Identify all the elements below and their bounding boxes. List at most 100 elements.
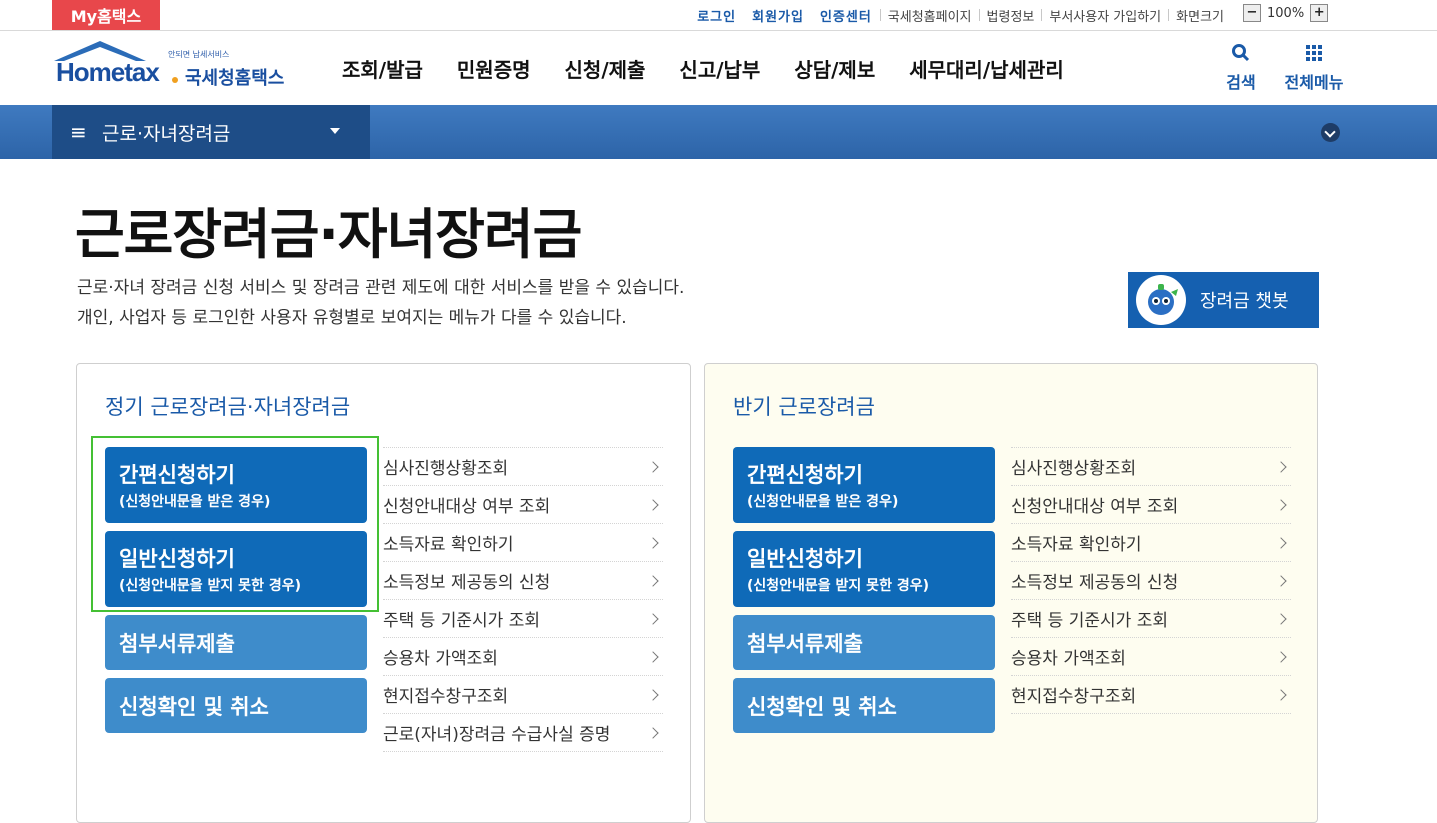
local-window-link[interactable]: 현지접수창구조회 — [383, 676, 663, 714]
link-label: 승용차 가액조회 — [1011, 649, 1126, 669]
receipt-certificate-link[interactable]: 근로(자녀)장려금 수급사실 증명 — [383, 714, 663, 752]
zoom-in-button[interactable]: + — [1310, 4, 1329, 22]
chevron-right-icon — [1275, 536, 1287, 549]
logo-tagline: 안되면 납세서비스 — [168, 50, 230, 59]
breadcrumb-current: 근로·자녀장려금 — [102, 123, 231, 145]
nav-application-submit[interactable]: 신청/제출 — [548, 54, 663, 83]
chevron-right-icon — [647, 726, 659, 739]
screen-size-label: 화면크기 — [1176, 9, 1224, 25]
button-sublabel: (신청안내문을 받은 경우) — [747, 494, 899, 510]
local-window-link[interactable]: 현지접수창구조회 — [1011, 676, 1291, 714]
caret-down-icon — [330, 128, 340, 134]
all-menu-label: 전체메뉴 — [1284, 73, 1344, 92]
main-nav: 조회/발급 민원증명 신청/제출 신고/납부 상담/제보 세무대리/납세관리 — [325, 31, 1081, 105]
signup-link[interactable]: 회원가입 — [744, 6, 812, 25]
zoom-level: 100% — [1267, 5, 1305, 21]
review-status-link[interactable]: 심사진행상황조회 — [383, 448, 663, 486]
income-data-link[interactable]: 소득자료 확인하기 — [383, 524, 663, 562]
grid-menu-icon — [1306, 45, 1322, 61]
search-icon — [1232, 44, 1250, 62]
car-value-link[interactable]: 승용차 가액조회 — [383, 638, 663, 676]
main-header: 안되면 납세서비스 Hometax 국세청홈택스 조회/발급 민원증명 신청/제… — [0, 31, 1437, 105]
income-consent-link[interactable]: 소득정보 제공동의 신청 — [1011, 562, 1291, 600]
general-apply-button[interactable]: 일반신청하기 (신청안내문을 받지 못한 경우) — [105, 531, 367, 607]
breadcrumb-arrow — [354, 105, 370, 159]
link-label: 신청안내대상 여부 조회 — [1011, 497, 1179, 517]
chevron-right-icon — [1275, 650, 1287, 663]
button-sublabel: (신청안내문을 받지 못한 경우) — [119, 578, 301, 594]
confirm-cancel-button[interactable]: 신청확인 및 취소 — [733, 678, 995, 733]
description-line: 개인, 사업자 등 로그인한 사용자 유형별로 보여지는 메뉴가 다를 수 있습… — [77, 308, 627, 328]
button-label: 일반신청하기 — [119, 547, 235, 571]
chevron-right-icon — [1275, 574, 1287, 587]
button-label: 간편신청하기 — [119, 463, 235, 487]
chatbot-button[interactable]: 장려금 챗봇 — [1128, 272, 1319, 328]
hometax-logo[interactable]: 안되면 납세서비스 Hometax 국세청홈택스 — [48, 39, 298, 99]
search-label: 검색 — [1226, 73, 1256, 92]
button-sublabel: (신청안내문을 받은 경우) — [119, 494, 271, 510]
zoom-out-button[interactable]: − — [1243, 4, 1261, 22]
regular-incentive-panel: 정기 근로장려금·자녀장려금 간편신청하기 (신청안내문을 받은 경우) 일반신… — [76, 363, 691, 823]
link-label: 주택 등 기준시가 조회 — [1011, 611, 1168, 631]
logo-korean-name: 국세청홈택스 — [185, 68, 285, 89]
cert-center-link[interactable]: 인증센터 — [812, 6, 880, 25]
button-sublabel: (신청안내문을 받지 못한 경우) — [747, 578, 929, 594]
eligibility-inquiry-link[interactable]: 신청안내대상 여부 조회 — [1011, 486, 1291, 524]
attach-documents-button[interactable]: 첨부서류제출 — [105, 615, 367, 670]
semiannual-incentive-panel: 반기 근로장려금 간편신청하기 (신청안내문을 받은 경우) 일반신청하기 (신… — [704, 363, 1318, 823]
nav-inquiry-issue[interactable]: 조회/발급 — [325, 54, 440, 83]
utility-links: 로그인 회원가입 인증센터 국세청홈페이지 법령정보 부서사용자 가입하기 화면… — [689, 0, 1231, 30]
breadcrumb-band: ≡ 근로·자녀장려금 — [0, 105, 1437, 159]
button-label: 일반신청하기 — [747, 547, 863, 571]
nav-report-payment[interactable]: 신고/납부 — [662, 54, 777, 83]
link-label: 심사진행상황조회 — [383, 459, 509, 479]
link-label: 승용차 가액조회 — [383, 649, 498, 669]
top-utility-bar: My홈택스 로그인 회원가입 인증센터 국세청홈페이지 법령정보 부서사용자 가… — [0, 0, 1437, 31]
page-description: 근로·자녀 장려금 신청 서비스 및 장려금 관련 제도에 대한 서비스를 받을… — [77, 273, 684, 333]
attach-documents-button[interactable]: 첨부서류제출 — [733, 615, 995, 670]
housing-price-link[interactable]: 주택 등 기준시가 조회 — [1011, 600, 1291, 638]
income-data-link[interactable]: 소득자료 확인하기 — [1011, 524, 1291, 562]
chevron-right-icon — [647, 498, 659, 511]
description-line: 근로·자녀 장려금 신청 서비스 및 장려금 관련 제도에 대한 서비스를 받을… — [77, 278, 685, 298]
dept-user-signup-link[interactable]: 부서사용자 가입하기 — [1042, 6, 1168, 25]
chevron-right-icon — [647, 574, 659, 587]
search-button[interactable]: 검색 — [1206, 43, 1276, 93]
my-hometax-tab[interactable]: My홈택스 — [52, 0, 160, 30]
quick-links: 심사진행상황조회 신청안내대상 여부 조회 소득자료 확인하기 소득정보 제공동… — [383, 447, 663, 752]
panel-title: 정기 근로장려금·자녀장려금 — [105, 395, 351, 419]
all-menu-button[interactable]: 전체메뉴 — [1279, 43, 1349, 93]
review-status-link[interactable]: 심사진행상황조회 — [1011, 448, 1291, 486]
nav-civil-certificate[interactable]: 민원증명 — [440, 54, 548, 83]
nts-homepage-link[interactable]: 국세청홈페이지 — [881, 6, 979, 25]
law-info-link[interactable]: 법령정보 — [980, 6, 1042, 25]
confirm-cancel-button[interactable]: 신청확인 및 취소 — [105, 678, 367, 733]
button-label: 간편신청하기 — [747, 463, 863, 487]
housing-price-link[interactable]: 주택 등 기준시가 조회 — [383, 600, 663, 638]
button-label: 첨부서류제출 — [747, 631, 863, 656]
button-label: 첨부서류제출 — [119, 631, 235, 656]
link-label: 현지접수창구조회 — [383, 687, 509, 707]
simple-apply-button[interactable]: 간편신청하기 (신청안내문을 받은 경우) — [105, 447, 367, 523]
nav-tax-agent[interactable]: 세무대리/납세관리 — [892, 54, 1081, 83]
link-label: 근로(자녀)장려금 수급사실 증명 — [383, 725, 611, 745]
car-value-link[interactable]: 승용차 가액조회 — [1011, 638, 1291, 676]
expand-chevron-icon[interactable] — [1321, 123, 1340, 142]
link-label: 현지접수창구조회 — [1011, 687, 1137, 707]
chevron-right-icon — [647, 612, 659, 625]
chatbot-robot-icon — [1136, 275, 1186, 325]
income-consent-link[interactable]: 소득정보 제공동의 신청 — [383, 562, 663, 600]
chevron-right-icon — [647, 536, 659, 549]
chevron-right-icon — [647, 650, 659, 663]
link-label: 주택 등 기준시가 조회 — [383, 611, 540, 631]
link-label: 소득자료 확인하기 — [1011, 535, 1142, 555]
zoom-control: − 100% + — [1243, 4, 1329, 22]
chevron-right-icon — [647, 688, 659, 701]
simple-apply-button[interactable]: 간편신청하기 (신청안내문을 받은 경우) — [733, 447, 995, 523]
general-apply-button[interactable]: 일반신청하기 (신청안내문을 받지 못한 경우) — [733, 531, 995, 607]
nav-consult-report[interactable]: 상담/제보 — [777, 54, 892, 83]
eligibility-inquiry-link[interactable]: 신청안내대상 여부 조회 — [383, 486, 663, 524]
breadcrumb-dropdown[interactable]: ≡ 근로·자녀장려금 — [52, 105, 370, 159]
chevron-right-icon — [1275, 688, 1287, 701]
login-link[interactable]: 로그인 — [689, 6, 744, 25]
